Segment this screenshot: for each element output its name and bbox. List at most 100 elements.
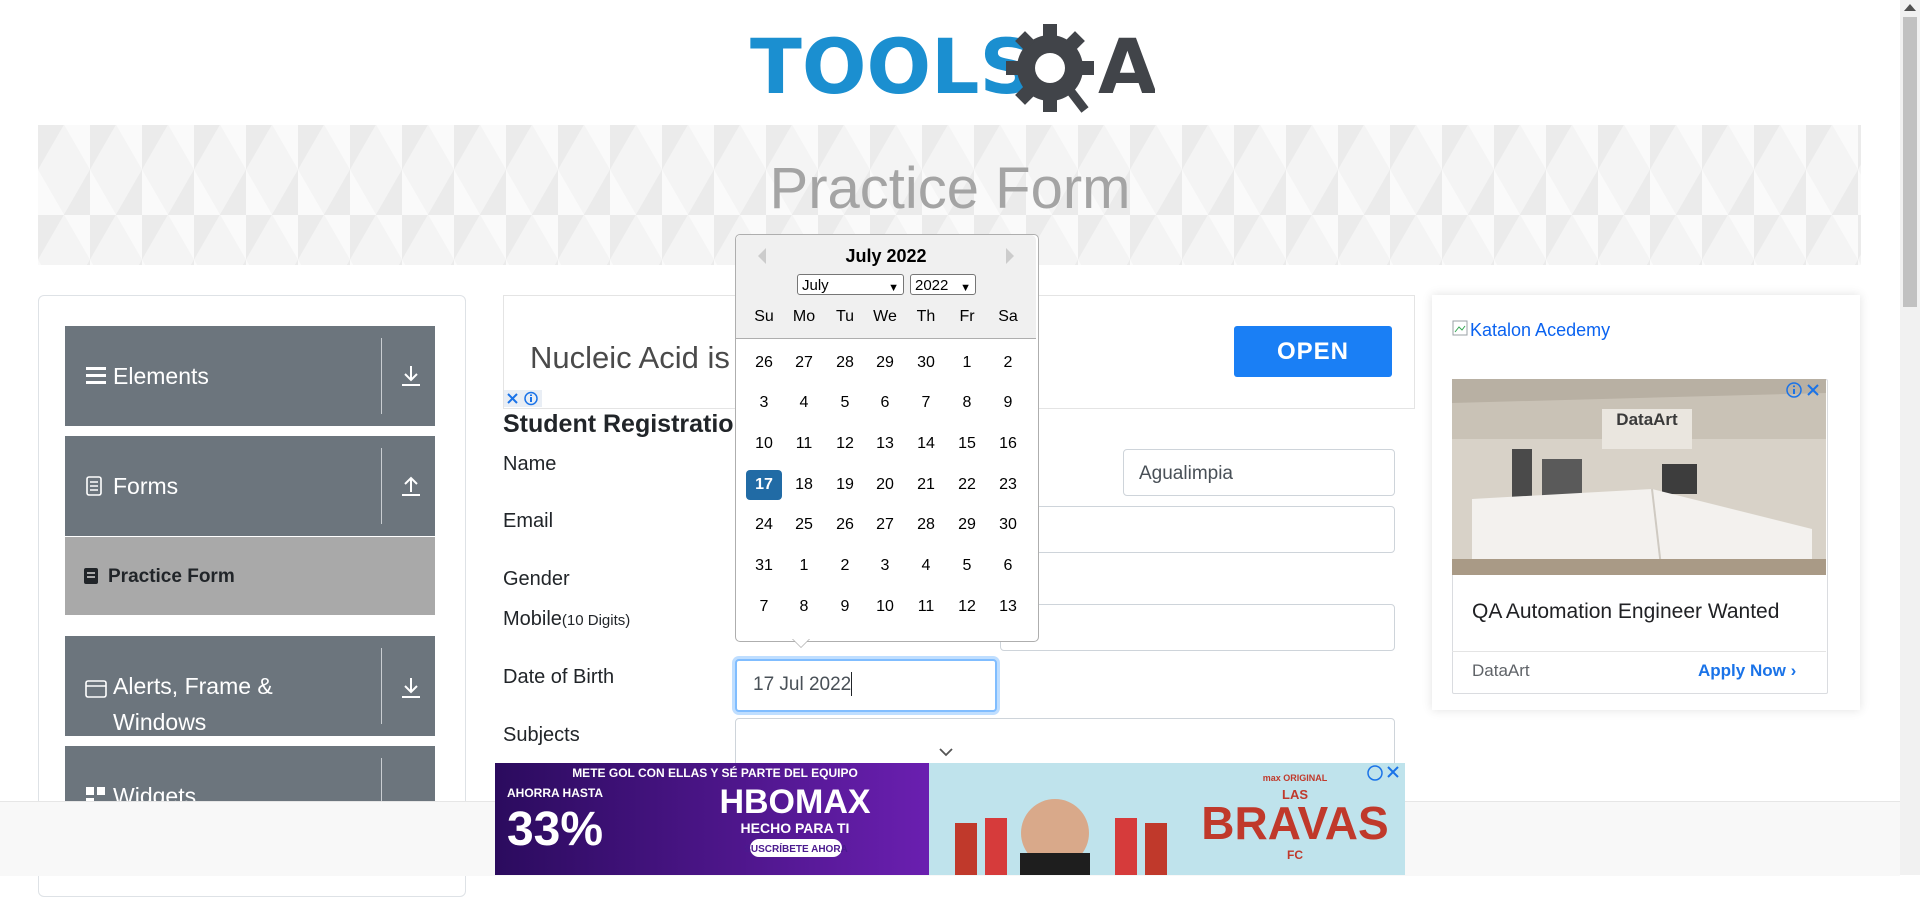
calendar-day-outside-month[interactable]: 12 — [949, 592, 985, 622]
year-select[interactable]: 2022 ▼ — [910, 274, 976, 295]
month-select[interactable]: July ▼ — [797, 274, 904, 295]
divider — [381, 648, 382, 724]
divider — [381, 758, 382, 801]
logo-text-a: A — [1098, 22, 1155, 111]
calendar-day-outside-month[interactable]: 27 — [786, 348, 822, 378]
sidebar-group-label: Elements — [113, 363, 209, 389]
calendar-day[interactable]: 2 — [990, 348, 1026, 378]
adchoices-icon[interactable] — [1784, 381, 1824, 399]
sidebar-group-label: Forms — [113, 473, 179, 499]
calendar-day[interactable]: 19 — [827, 470, 863, 500]
calendar-day[interactable]: 22 — [949, 470, 985, 500]
calendar-day[interactable]: 26 — [827, 510, 863, 540]
ad-open-button[interactable]: OPEN — [1234, 326, 1392, 377]
svg-text:FC: FC — [1287, 848, 1303, 862]
sidebar-group-widgets[interactable]: Widgets — [65, 746, 435, 801]
calendar-day-outside-month[interactable]: 6 — [990, 551, 1026, 581]
calendar-day[interactable]: 31 — [746, 551, 782, 581]
calendar-day[interactable]: 24 — [746, 510, 782, 540]
calendar-day-outside-month[interactable]: 9 — [827, 592, 863, 622]
calendar-day[interactable]: 12 — [827, 429, 863, 459]
calendar-day-outside-month[interactable]: 11 — [908, 592, 944, 622]
dob-label: Date of Birth — [503, 666, 615, 688]
calendar-day[interactable]: 21 — [908, 470, 944, 500]
calendar-day-outside-month[interactable]: 2 — [827, 551, 863, 581]
calendar-day-outside-month[interactable]: 26 — [746, 348, 782, 378]
divider — [381, 338, 382, 414]
upload-icon — [402, 476, 420, 496]
calendar-day[interactable]: 1 — [949, 348, 985, 378]
katalon-link[interactable]: Katalon Acedemy — [1470, 320, 1610, 341]
datepicker-pointer-fill — [793, 639, 809, 647]
day-name: Tu — [835, 308, 855, 325]
calendar-day[interactable]: 4 — [786, 388, 822, 418]
sidebar-group-alerts[interactable]: Alerts, Frame & Windows — [65, 636, 435, 736]
office-image: DataArt — [1452, 379, 1826, 575]
calendar-day-outside-month[interactable]: 30 — [908, 348, 944, 378]
calendar-day[interactable]: 16 — [990, 429, 1026, 459]
divider — [1452, 651, 1826, 652]
calendar-day[interactable]: 20 — [867, 470, 903, 500]
ad-title[interactable]: QA Automation Engineer Wanted — [1472, 600, 1779, 624]
chevron-down-icon: ▼ — [888, 282, 899, 294]
chevron-down-icon: ▼ — [960, 282, 971, 294]
calendar-day[interactable]: 5 — [827, 388, 863, 418]
calendar-day-outside-month[interactable]: 8 — [786, 592, 822, 622]
calendar-day[interactable]: 14 — [908, 429, 944, 459]
day-name: We — [873, 308, 897, 325]
apply-now-label: Apply Now — [1698, 661, 1786, 680]
page-title: Practice Form — [769, 156, 1131, 221]
calendar-day-outside-month[interactable]: 3 — [867, 551, 903, 581]
calendar-day[interactable]: 11 — [786, 429, 822, 459]
calendar-day-outside-month[interactable]: 29 — [867, 348, 903, 378]
calendar-day[interactable]: 27 — [867, 510, 903, 540]
calendar-day[interactable]: 29 — [949, 510, 985, 540]
day-name: Mo — [792, 308, 816, 325]
sidebar-item-practice-form[interactable]: Practice Form — [65, 537, 435, 615]
calendar-day[interactable]: 30 — [990, 510, 1026, 540]
calendar-day[interactable]: 23 — [990, 470, 1026, 500]
svg-text:AHORRA HASTA: AHORRA HASTA — [507, 786, 603, 800]
calendar-day[interactable]: 9 — [990, 388, 1026, 418]
calendar-day[interactable]: 10 — [746, 429, 782, 459]
adchoices-icon[interactable] — [504, 390, 542, 407]
svg-text:SUSCRÍBETE AHORA: SUSCRÍBETE AHORA — [744, 842, 848, 855]
calendar-day-outside-month[interactable]: 1 — [786, 551, 822, 581]
calendar-day[interactable]: 28 — [908, 510, 944, 540]
calendar-day[interactable]: 17 — [746, 470, 782, 500]
calendar-day[interactable]: 15 — [949, 429, 985, 459]
window-icon — [85, 680, 107, 698]
calendar-day[interactable]: 8 — [949, 388, 985, 418]
scrollbar-thumb[interactable] — [1903, 17, 1917, 307]
calendar-day[interactable]: 25 — [786, 510, 822, 540]
gear-icon — [1006, 24, 1094, 113]
sidebar-group-elements[interactable]: Elements — [65, 326, 435, 426]
calendar-day-outside-month[interactable]: 5 — [949, 551, 985, 581]
email-input[interactable] — [1000, 506, 1395, 553]
sidebar-group-label: Alerts, Frame & — [113, 673, 273, 699]
name-label: Name — [503, 453, 557, 475]
calendar-day[interactable]: 13 — [867, 429, 903, 459]
toolsqa-logo[interactable]: TOOLS A — [750, 18, 1155, 113]
calendar-day[interactable]: 6 — [867, 388, 903, 418]
sidebar-group-forms[interactable]: Forms — [65, 436, 435, 536]
chevron-down-icon — [939, 748, 953, 757]
calendar-day-outside-month[interactable]: 10 — [867, 592, 903, 622]
mobile-input[interactable] — [1000, 604, 1395, 651]
calendar-day[interactable]: 7 — [908, 388, 944, 418]
scroll-up-arrow[interactable] — [1904, 4, 1916, 11]
ad-brand: DataArt — [1472, 661, 1530, 680]
calendar-day-outside-month[interactable]: 28 — [827, 348, 863, 378]
calendar-day[interactable]: 3 — [746, 388, 782, 418]
calendar-day-outside-month[interactable]: 13 — [990, 592, 1026, 622]
calendar-day-outside-month[interactable]: 7 — [746, 592, 782, 622]
svg-text:33%: 33% — [507, 803, 603, 856]
hbomax-ad[interactable]: METE GOL CON ELLAS Y SÉ PARTE DEL EQUIPO… — [495, 763, 1405, 875]
svg-text:BRAVAS: BRAVAS — [1201, 797, 1388, 849]
subjects-label: Subjects — [503, 724, 580, 746]
calendar-day[interactable]: 18 — [786, 470, 822, 500]
widgets-icon — [86, 787, 105, 801]
apply-now-button[interactable]: Apply Now › — [1698, 661, 1796, 681]
calendar-day-outside-month[interactable]: 4 — [908, 551, 944, 581]
mobile-hint: (10 Digits) — [561, 612, 631, 629]
